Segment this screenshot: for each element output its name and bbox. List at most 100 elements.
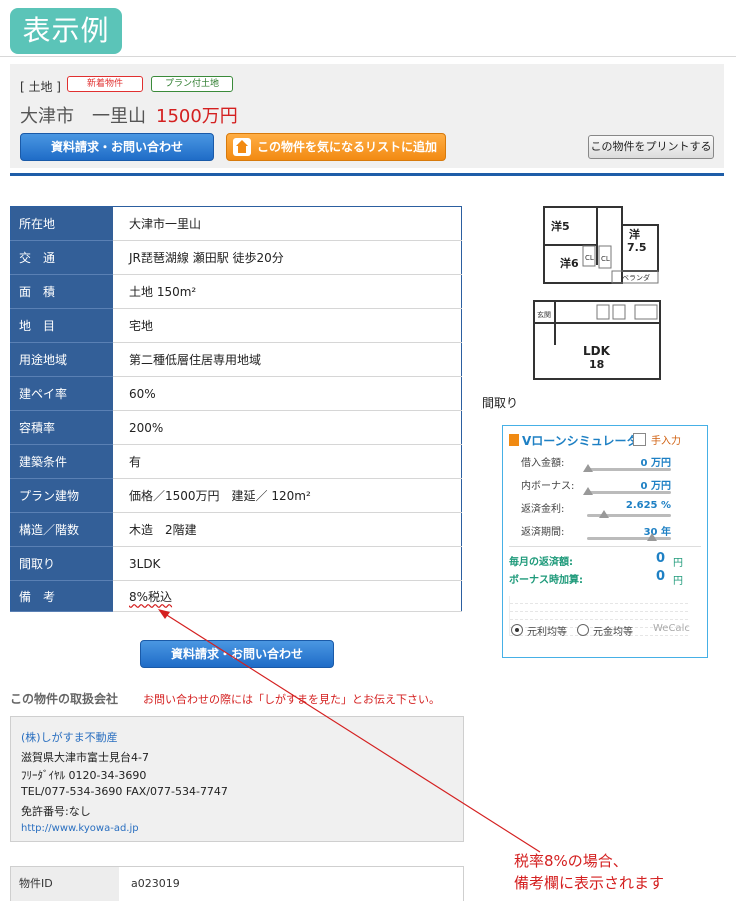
spec-value: 有: [113, 444, 462, 479]
repayment-equal-principal-label: 元金均等: [593, 627, 633, 638]
new-badge: 新着物件: [67, 76, 143, 92]
spec-value-text: 60%: [129, 386, 156, 401]
property-id-label: 物件ID: [11, 867, 119, 901]
annotation-text: 税率8%の場合、 備考欄に表示されます: [514, 850, 664, 894]
spec-key: 所在地: [10, 206, 113, 241]
simulator-slider-handle[interactable]: [599, 510, 609, 518]
simulator-slider-track[interactable]: [587, 468, 671, 471]
spec-value: JR琵琶湖線 瀬田駅 徒歩20分: [113, 240, 462, 275]
spec-key: 面 積: [10, 274, 113, 309]
company-license: 免許番号:なし: [21, 805, 91, 818]
spec-value-text: 第二種低層住居専用地域: [129, 353, 262, 367]
spec-value: 60%: [113, 376, 462, 411]
simulator-row-value: 30 年: [643, 527, 671, 538]
company-name[interactable]: (株)しがすま不動産: [21, 729, 118, 745]
annotation-line-2: 備考欄に表示されます: [514, 874, 665, 892]
spec-value: 3LDK: [113, 546, 462, 581]
fp-balcony: ベランダ: [622, 273, 650, 282]
repayment-equal-installment-radio[interactable]: [511, 624, 523, 636]
spec-value: 大津市一里山: [113, 206, 462, 241]
spec-key: 建ペイ率: [10, 376, 113, 411]
spec-key: 建築条件: [10, 444, 113, 479]
wecalc-logo: WeCalc: [653, 623, 690, 634]
monthly-payment-value: 0: [656, 551, 666, 566]
simulator-slider-handle[interactable]: [647, 533, 657, 541]
spec-value-text: 大津市一里山: [129, 217, 202, 231]
simulator-row-label: 返済金利:: [521, 504, 565, 515]
simulator-slider-track[interactable]: [587, 491, 671, 494]
fp-room-2: 洋: [629, 227, 640, 241]
spec-key: 間取り: [10, 546, 113, 581]
spec-value-text: 8%税込: [129, 589, 173, 604]
spec-value: 第二種低層住居専用地域: [113, 342, 462, 377]
inquiry-button-bottom[interactable]: 資料請求・お問い合わせ: [140, 640, 334, 668]
manual-input-checkbox[interactable]: [633, 433, 646, 446]
print-button[interactable]: この物件をプリントする: [588, 135, 714, 159]
monthly-payment-unit: 円: [673, 558, 683, 569]
property-price: 1500万円: [156, 106, 238, 127]
property-id-row: 物件ID a023019: [10, 866, 464, 901]
fp-room-3: 洋6: [560, 256, 579, 270]
simulator-title-text: Vローンシミュレータ: [522, 434, 639, 448]
spec-row: 面 積 土地 150m²: [10, 274, 462, 309]
simulator-row-label: 返済期間:: [521, 527, 565, 538]
spec-value-text: 価格／1500万円 建延／ 120m²: [129, 489, 311, 503]
simulator-divider: [509, 546, 701, 547]
company-tel-fax: TEL/077-534-3690 FAX/077-534-7747: [21, 785, 228, 798]
fp-closet-1: CL: [585, 254, 594, 262]
company-note: お問い合わせの際には「しがすまを見た」とお伝え下さい。: [143, 693, 440, 706]
loan-simulator: Vローンシミュレータ 手入力 借入金額: 0 万円 内ボーナス: 0 万円 返済金利: 2…: [502, 425, 708, 658]
simulator-title: Vローンシミュレータ: [509, 432, 638, 449]
simulator-slider-handle[interactable]: [583, 464, 593, 472]
spec-row: 交 通 JR琵琶湖線 瀬田駅 徒歩20分: [10, 240, 462, 275]
add-favorite-button[interactable]: この物件を気になるリストに追加: [226, 133, 446, 161]
spec-row: 建築条件 有: [10, 444, 462, 479]
calculator-icon: [509, 434, 519, 446]
spec-key: 用途地域: [10, 342, 113, 377]
spec-key: 構造／階数: [10, 512, 113, 547]
fp-entrance: 玄関: [537, 310, 551, 319]
spec-key: 備 考: [10, 580, 113, 612]
spec-row: 間取り 3LDK: [10, 546, 462, 581]
spec-value-text: 土地 150m²: [129, 285, 197, 299]
fp-room-2-size: 7.5: [627, 241, 647, 254]
spec-row: 用途地域 第二種低層住居専用地域: [10, 342, 462, 377]
house-icon: [233, 138, 251, 156]
fp-closet-2: CL: [601, 255, 610, 263]
plan-badge: プラン付土地: [151, 76, 233, 92]
page-title: 表示例: [10, 8, 122, 54]
company-freedial: ﾌﾘｰﾀﾞｲﾔﾙ 0120-34-3690: [21, 769, 147, 782]
spec-row: 建ペイ率 60%: [10, 376, 462, 411]
title-divider: [0, 56, 736, 57]
company-url-link[interactable]: http://www.kyowa-ad.jp: [21, 823, 139, 834]
spec-table: 所在地 大津市一里山交 通 JR琵琶湖線 瀬田駅 徒歩20分面 積 土地 150m² 地…: [10, 206, 462, 612]
bonus-payment-unit: 円: [673, 576, 683, 587]
fp-room-1: 洋5: [551, 219, 570, 233]
simulator-row-label: 内ボーナス:: [521, 481, 575, 492]
company-heading: この物件の取扱会社: [10, 692, 119, 706]
add-favorite-label: この物件を気になるリストに追加: [257, 140, 438, 154]
repayment-equal-principal-radio[interactable]: [577, 624, 589, 636]
spec-key: 容積率: [10, 410, 113, 445]
spec-value: 木造 2階建: [113, 512, 462, 547]
simulator-row-value: 0 万円: [640, 458, 671, 469]
spec-value-text: 木造 2階建: [129, 523, 197, 537]
spec-value: 宅地: [113, 308, 462, 343]
inquiry-button[interactable]: 資料請求・お問い合わせ: [20, 133, 214, 161]
simulator-row-label: 借入金額:: [521, 458, 565, 469]
spec-value: 200%: [113, 410, 462, 445]
spec-key: プラン建物: [10, 478, 113, 513]
spec-value-text: 3LDK: [129, 556, 161, 571]
spec-value-text: JR琵琶湖線 瀬田駅 徒歩20分: [129, 251, 284, 265]
simulator-slider-track[interactable]: [587, 537, 671, 540]
spec-key: 交 通: [10, 240, 113, 275]
spec-value: 土地 150m²: [113, 274, 462, 309]
manual-input-label: 手入力: [651, 436, 681, 447]
bonus-payment-value: 0: [656, 569, 666, 584]
simulator-slider-handle[interactable]: [583, 487, 593, 495]
spec-key: 地 目: [10, 308, 113, 343]
monthly-payment-label: 毎月の返済額:: [509, 557, 573, 568]
spec-value: 価格／1500万円 建延／ 120m²: [113, 478, 462, 513]
company-address: 滋賀県大津市富士見台4-7: [21, 751, 149, 764]
spec-row: 地 目 宅地: [10, 308, 462, 343]
